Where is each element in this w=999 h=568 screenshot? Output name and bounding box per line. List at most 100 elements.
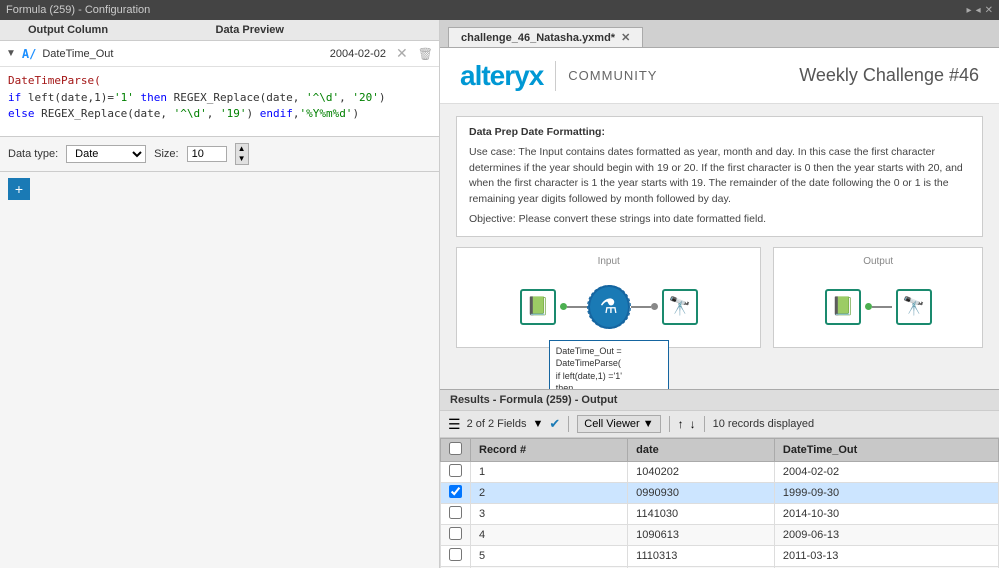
input-book-icon: 📗 — [520, 289, 556, 325]
close-icon[interactable]: ✕ — [985, 5, 993, 16]
size-stepper[interactable]: ▲ ▼ — [235, 143, 249, 165]
workflow-row: Input 📗 — [456, 247, 983, 348]
output-column-header: Output Column — [28, 24, 216, 36]
out-dot-output — [865, 303, 872, 310]
column-chevron[interactable]: ▼ — [6, 48, 16, 59]
column-clear-icon[interactable]: ✕ — [396, 45, 408, 62]
output-line — [872, 306, 892, 308]
column-preview-value: 2004-02-02 — [330, 48, 386, 60]
float-icon[interactable]: ◂ — [976, 5, 981, 16]
community-label: COMMUNITY — [568, 68, 657, 83]
alteryx-header: alteryx COMMUNITY Weekly Challenge #46 — [440, 48, 999, 104]
cell-record-num: 2 — [471, 483, 628, 504]
th-date[interactable]: date — [628, 439, 775, 462]
formula-node[interactable]: ⚗ — [587, 285, 631, 329]
output-connector — [865, 303, 892, 310]
alteryx-brand: alteryx COMMUNITY — [460, 60, 657, 92]
cell-datetime: 2011-03-13 — [774, 546, 998, 567]
column-type-icon: A/ — [22, 47, 36, 61]
formula-node-area: ⚗ DateTime_Out = DateTimeParse( if left(… — [587, 285, 631, 329]
line-2 — [631, 306, 651, 308]
cell-record-num: 4 — [471, 525, 628, 546]
output-book-node[interactable]: 📗 — [821, 285, 865, 329]
results-section: Results - Formula (259) - Output ☰ 2 of … — [440, 389, 999, 568]
desc-text: Use case: The Input contains dates forma… — [469, 145, 970, 208]
fields-checkmark-icon[interactable]: ✔ — [549, 416, 560, 432]
row-checkbox[interactable] — [449, 506, 462, 519]
output-browse-icon: 🔭 — [896, 289, 932, 325]
column-name[interactable]: DateTime_Out — [42, 48, 323, 60]
connector-2 — [631, 303, 658, 310]
row-checkbox[interactable] — [449, 548, 462, 561]
workflow-input-label: Input — [465, 256, 752, 267]
cell-date: 1141030 — [628, 504, 775, 525]
left-panel: Output Column Data Preview ▼ A/ DateTime… — [0, 20, 440, 568]
table-row: 110402022004-02-02 — [441, 462, 999, 483]
size-up-button[interactable]: ▲ — [236, 144, 248, 154]
sort-desc-icon[interactable]: ↓ — [690, 417, 696, 431]
th-record[interactable]: Record # — [471, 439, 628, 462]
output-book-icon: 📗 — [825, 289, 861, 325]
cell-datetime: 2009-06-13 — [774, 525, 998, 546]
fields-selector-icon[interactable]: ☰ — [448, 416, 461, 433]
right-content: alteryx COMMUNITY Weekly Challenge #46 D… — [440, 48, 999, 568]
fields-count: 2 of 2 Fields — [467, 418, 527, 430]
tooltip-line3: if left(date,1) ='1' — [556, 370, 662, 383]
th-datetime[interactable]: DateTime_Out — [774, 439, 998, 462]
cell-date: 0990930 — [628, 483, 775, 504]
results-table-wrapper: Record # date DateTime_Out 110402022004-… — [440, 438, 999, 568]
pin-icon[interactable]: ▸ — [967, 5, 972, 16]
row-checkbox[interactable] — [449, 527, 462, 540]
output-browse-node[interactable]: 🔭 — [892, 285, 936, 329]
datatype-select[interactable]: Date DateTime String — [66, 145, 146, 163]
datatype-label: Data type: — [8, 148, 58, 160]
size-down-button[interactable]: ▼ — [236, 154, 248, 164]
toolbar-sep-3 — [704, 416, 705, 432]
description-box: Data Prep Date Formatting: Use case: The… — [456, 116, 983, 237]
table-row: 311410302014-10-30 — [441, 504, 999, 525]
cell-viewer-button[interactable]: Cell Viewer ▼ — [577, 415, 660, 433]
formula-str-1: '1' — [114, 91, 134, 104]
select-all-checkbox[interactable] — [449, 442, 462, 455]
tab-challenge[interactable]: challenge_46_Natasha.yxmd* ✕ — [448, 27, 643, 47]
formula-kw-else: else — [8, 107, 41, 120]
datatype-row: Data type: Date DateTime String Size: ▲ … — [0, 137, 439, 172]
row-checkbox[interactable] — [449, 485, 462, 498]
tab-bar: challenge_46_Natasha.yxmd* ✕ — [440, 20, 999, 48]
formula-text-7: , — [207, 107, 220, 120]
workflow-input-box: Input 📗 — [456, 247, 761, 348]
table-row: 511103132011-03-13 — [441, 546, 999, 567]
row-checkbox[interactable] — [449, 464, 462, 477]
alteryx-logo: alteryx — [460, 60, 543, 92]
input-book-node[interactable]: 📗 — [516, 285, 560, 329]
formula-kw-if: if — [8, 91, 28, 104]
results-header: Results - Formula (259) - Output — [440, 390, 999, 411]
formula-kw-endif: endif — [260, 107, 293, 120]
cell-datetime: 1999-09-30 — [774, 483, 998, 504]
formula-text-1: left(date,1)= — [28, 91, 114, 104]
out-dot-1 — [560, 303, 567, 310]
formula-editor[interactable]: DateTimeParse( if left(date,1)='1' then … — [0, 67, 439, 137]
formula-text-5: ) — [379, 91, 386, 104]
cell-viewer-dropdown-icon: ▼ — [643, 418, 654, 430]
add-expression-button[interactable]: + — [8, 178, 30, 200]
formula-text-4: , — [339, 91, 352, 104]
fields-dropdown-icon[interactable]: ▼ — [532, 418, 543, 430]
toolbar-sep-2 — [669, 416, 670, 432]
cell-record-num: 1 — [471, 462, 628, 483]
input-browse-node[interactable]: 🔭 — [658, 285, 702, 329]
cell-record-num: 3 — [471, 504, 628, 525]
tooltip-line4: then — [556, 382, 662, 389]
workflow-output-box: Output 📗 — [773, 247, 983, 348]
formula-text-8: ) — [246, 107, 259, 120]
browse-icon: 🔭 — [662, 289, 698, 325]
workflow-output-label: Output — [782, 256, 974, 267]
formula-str-3: \d' — [319, 91, 339, 104]
formula-str-8: '%Y%m%d' — [299, 107, 352, 120]
tab-close-icon[interactable]: ✕ — [621, 31, 630, 44]
table-row: 410906132009-06-13 — [441, 525, 999, 546]
connector-1 — [560, 303, 587, 310]
column-delete-icon[interactable]: 🗑 — [418, 47, 433, 61]
size-input[interactable] — [187, 146, 227, 162]
sort-asc-icon[interactable]: ↑ — [678, 417, 684, 431]
